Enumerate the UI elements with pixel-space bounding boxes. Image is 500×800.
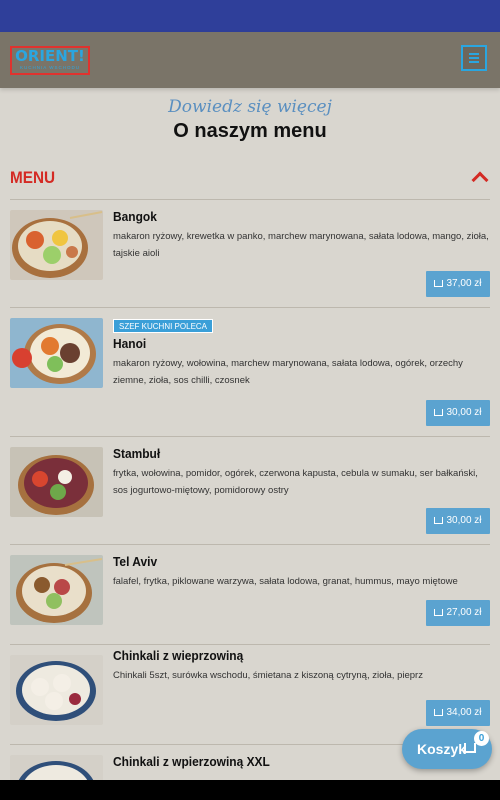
dish-image	[10, 655, 103, 725]
dish-description: frytka, wołowina, pomidor, ogórek, czerw…	[113, 468, 478, 496]
add-to-cart-button[interactable]: 27,00 zł	[426, 600, 490, 626]
chef-recommends-badge: SZEF KUCHNI POLECA	[113, 319, 214, 333]
cart-icon	[434, 517, 444, 524]
dish-photo	[10, 210, 103, 280]
menu-list: Bangok makaron ryżowy, krewetka w panko,…	[10, 200, 490, 800]
dish-photo	[10, 555, 103, 625]
price-label: 37,00 zł	[446, 278, 482, 289]
chevron-up-icon[interactable]	[471, 171, 489, 189]
dish-description: makaron ryżowy, wołowina, marchew maryno…	[113, 358, 463, 386]
price-label: 30,00 zł	[446, 515, 482, 526]
cart-icon	[434, 609, 444, 616]
intro: Dowiedz się więcej O naszym menu	[0, 96, 500, 144]
dish-name[interactable]: Stambuł	[113, 445, 460, 463]
menu-item[interactable]: SZEF KUCHNI POLECA Hanoi makaron ryżowy,…	[10, 308, 490, 437]
dish-image	[10, 210, 103, 280]
cart-label: Koszyk	[417, 741, 467, 757]
site-header: ORIENT! KUCHNIA WSCHODU	[0, 32, 500, 88]
dish-name[interactable]: Tel Aviv	[113, 553, 460, 571]
dish-name[interactable]: Chinkali z wieprzowiną	[113, 647, 460, 665]
dish-description: makaron ryżowy, krewetka w panko, marche…	[113, 231, 489, 259]
price-label: 30,00 zł	[446, 407, 482, 418]
dish-description: falafel, frytka, piklowane warzywa, sała…	[113, 576, 458, 587]
dish-name[interactable]: Hanoi	[113, 335, 460, 353]
menu-section-header[interactable]: MENU	[10, 160, 490, 200]
page-title: O naszym menu	[173, 120, 327, 142]
add-to-cart-button[interactable]: 34,00 zł	[426, 700, 490, 726]
price-label: 27,00 zł	[446, 607, 482, 618]
intro-subtitle: Dowiedz się więcej	[168, 97, 332, 117]
dish-image	[10, 318, 103, 388]
price-label: 34,00 zł	[446, 707, 482, 718]
cart-button[interactable]: Koszyk 0	[402, 729, 492, 769]
dish-photo	[10, 318, 103, 388]
bottom-bar	[0, 780, 500, 800]
hamburger-menu-button[interactable]	[461, 45, 487, 71]
menu-item[interactable]: Stambuł frytka, wołowina, pomidor, ogóre…	[10, 437, 490, 545]
cart-count-badge: 0	[474, 731, 489, 746]
dish-photo	[10, 655, 103, 725]
logo-text: ORIENT!	[15, 47, 85, 65]
dish-image	[10, 447, 103, 517]
add-to-cart-button[interactable]: 37,00 zł	[426, 271, 490, 297]
dish-description: Chinkali 5szt, surówka wschodu, śmietana…	[113, 670, 423, 681]
cart-icon	[464, 743, 476, 753]
dish-image	[10, 555, 103, 625]
cart-icon	[434, 709, 444, 716]
top-bar	[0, 0, 500, 32]
dish-photo	[10, 447, 103, 517]
cart-icon	[434, 409, 444, 416]
dish-name[interactable]: Bangok	[113, 208, 460, 226]
logo-subtitle: KUCHNIA WSCHODU	[19, 65, 80, 70]
add-to-cart-button[interactable]: 30,00 zł	[426, 508, 490, 534]
menu-item[interactable]: Tel Aviv falafel, frytka, piklowane warz…	[10, 545, 490, 645]
hamburger-icon	[469, 53, 479, 55]
add-to-cart-button[interactable]: 30,00 zł	[426, 400, 490, 426]
menu-section-title: MENU	[10, 168, 56, 187]
cart-icon	[434, 280, 444, 287]
logo[interactable]: ORIENT! KUCHNIA WSCHODU	[10, 46, 90, 75]
menu-item[interactable]: Bangok makaron ryżowy, krewetka w panko,…	[10, 200, 490, 308]
